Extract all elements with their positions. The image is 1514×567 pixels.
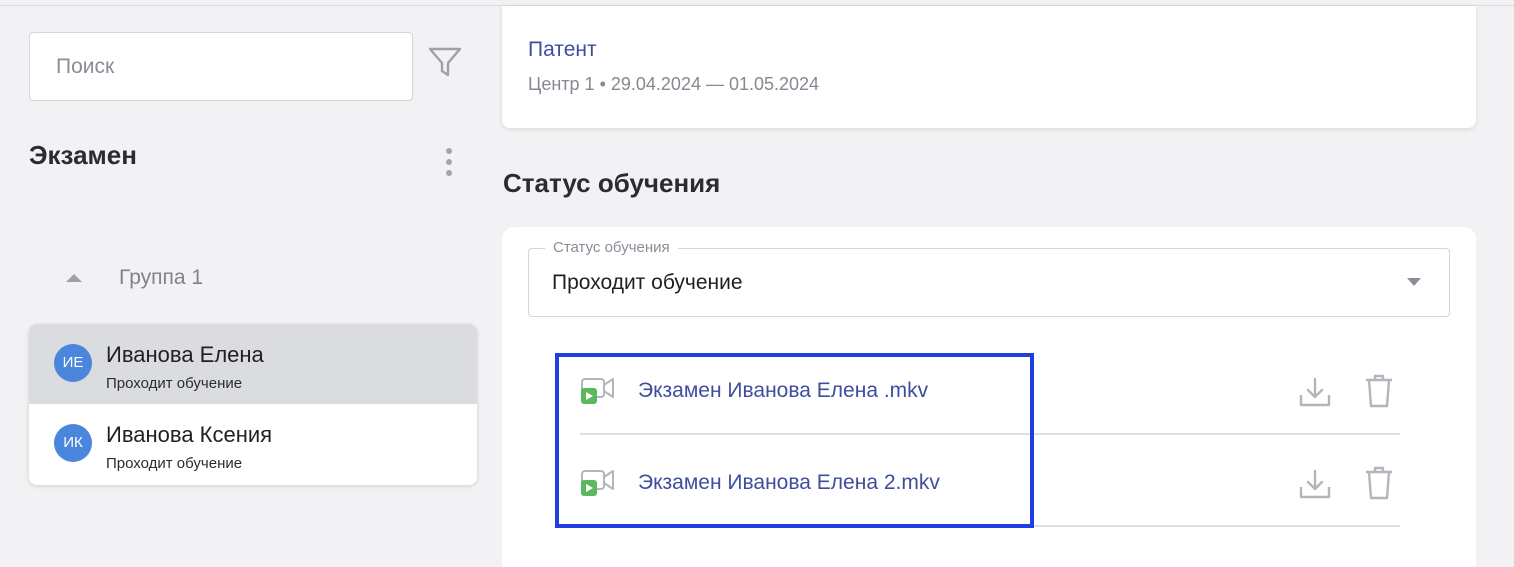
file-name-link[interactable]: Экзамен Иванова Елена 2.mkv: [638, 471, 940, 495]
dropdown-arrow-icon: [1407, 278, 1421, 286]
trash-icon[interactable]: [1364, 465, 1394, 501]
filter-icon[interactable]: [426, 43, 464, 81]
video-file-icon: [581, 470, 614, 496]
avatar: ИЕ: [54, 344, 92, 382]
student-name: Иванова Ксения: [106, 422, 273, 447]
student-name: Иванова Елена: [106, 342, 264, 367]
avatar: ИК: [54, 424, 92, 462]
exam-title: Экзамен: [29, 140, 137, 170]
file-row: Экзамен Иванова Елена .mkv: [580, 343, 1400, 435]
download-icon[interactable]: [1298, 467, 1332, 501]
student-status: Проходит обучение: [106, 375, 243, 392]
student-item[interactable]: ИК Иванова Ксения Проходит обучение: [29, 404, 477, 484]
course-title-link[interactable]: Патент: [528, 38, 597, 62]
file-row: Экзамен Иванова Елена 2.mkv: [580, 435, 1400, 527]
collapse-arrow-icon: [66, 274, 82, 282]
student-list: ИЕ Иванова Елена Проходит обучение ИК Ив…: [29, 324, 477, 485]
group-toggle[interactable]: Группа 1: [66, 263, 203, 293]
status-card: Статус обучения Проходит обучение Экзаме…: [502, 227, 1476, 567]
student-item[interactable]: ИЕ Иванова Елена Проходит обучение: [29, 324, 477, 404]
trash-icon[interactable]: [1364, 373, 1394, 409]
file-name-link[interactable]: Экзамен Иванова Елена .mkv: [638, 379, 928, 403]
search-input[interactable]: Поиск: [29, 32, 413, 101]
meta-separator: •: [599, 74, 611, 94]
section-title: Статус обучения: [503, 168, 721, 198]
status-select[interactable]: Статус обучения Проходит обучение: [528, 239, 1450, 317]
course-card: Патент Центр 1 • 29.04.2024 — 01.05.2024: [502, 6, 1476, 128]
course-center: Центр 1: [528, 74, 595, 94]
status-select-value: Проходит обучение: [552, 271, 743, 294]
video-file-icon: [581, 378, 614, 404]
course-dates: 29.04.2024 — 01.05.2024: [610, 74, 820, 94]
status-select-label: Статус обучения: [545, 239, 678, 256]
course-meta: Центр 1 • 29.04.2024 — 01.05.2024: [528, 74, 819, 95]
more-options-icon[interactable]: [440, 148, 458, 182]
student-status: Проходит обучение: [106, 455, 243, 472]
download-icon[interactable]: [1298, 375, 1332, 409]
group-label: Группа 1: [119, 266, 204, 289]
